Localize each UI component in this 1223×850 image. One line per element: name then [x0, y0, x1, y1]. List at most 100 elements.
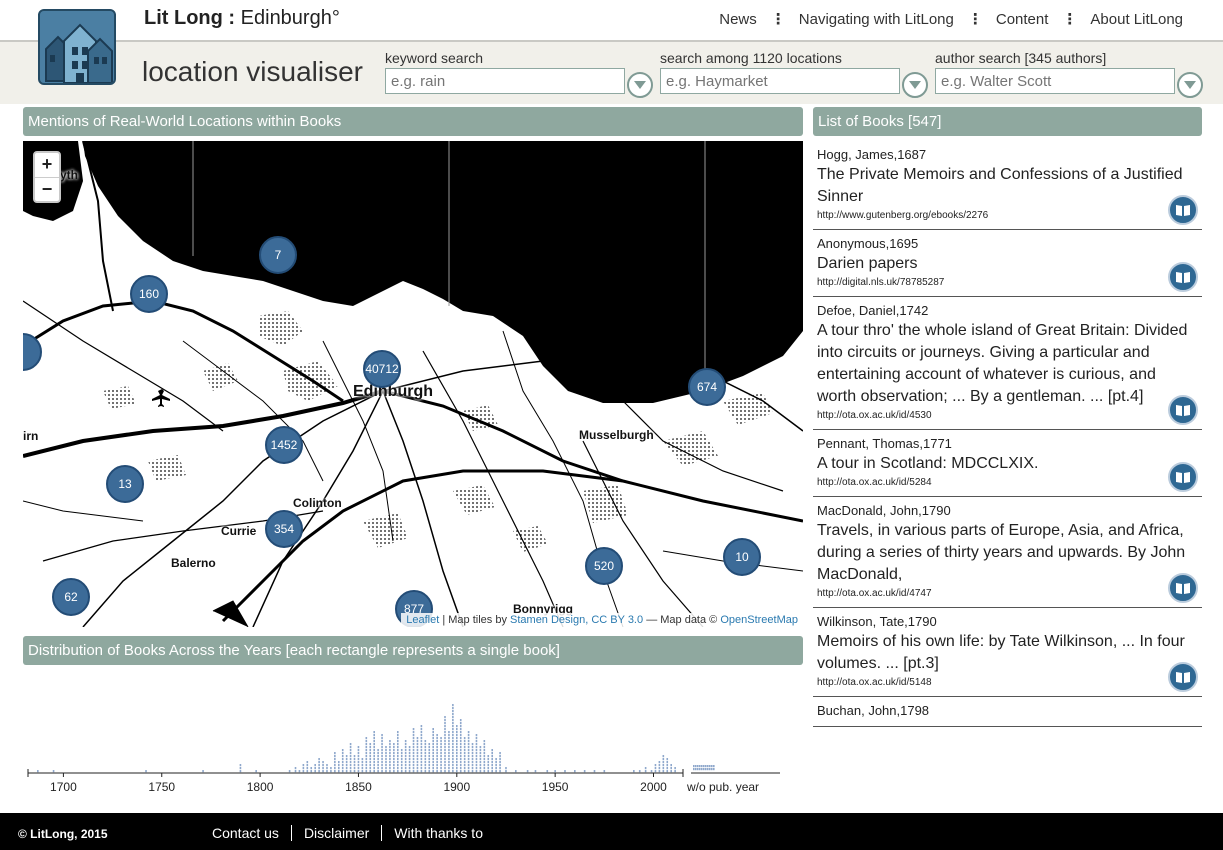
location-dropdown-icon[interactable]	[902, 72, 928, 98]
book-rectangle	[463, 770, 466, 773]
book-rectangle	[432, 734, 434, 737]
map-cluster-marker[interactable]: 62	[52, 578, 90, 616]
attribution-text: — Map data ©	[646, 614, 718, 626]
book-rectangle	[467, 743, 470, 746]
book-rectangle	[448, 743, 450, 746]
book-rectangle	[357, 770, 360, 773]
map-cluster-marker[interactable]: 40712	[363, 350, 401, 388]
book-rectangle	[448, 737, 450, 740]
book-url[interactable]: http://ota.ox.ac.uk/id/4530	[817, 410, 1198, 421]
book-rectangle	[341, 770, 344, 773]
book-item[interactable]: Buchan, John,1798	[813, 697, 1202, 727]
author-dropdown-icon[interactable]	[1177, 72, 1203, 98]
footer-link-contact[interactable]: Contact us	[212, 825, 291, 841]
chart-panel-title: Distribution of Books Across the Years […	[23, 636, 803, 665]
book-rectangle	[349, 761, 352, 764]
site-logo[interactable]	[38, 9, 116, 85]
book-rectangle	[644, 770, 647, 773]
book-rectangle	[459, 722, 462, 725]
book-rectangle	[455, 761, 458, 764]
map-cluster-marker[interactable]: 674	[688, 368, 726, 406]
location-search-input[interactable]	[660, 68, 900, 94]
book-rectangle	[424, 758, 427, 761]
book-rectangle	[334, 761, 336, 764]
stamen-link[interactable]: Stamen Design,	[510, 614, 588, 626]
map-cluster-marker[interactable]: 354	[265, 510, 303, 548]
open-book-icon[interactable]	[1168, 462, 1198, 492]
book-rectangle	[396, 764, 399, 767]
map-view[interactable]: + − Edinburgh Musselburgh Colinton Curri…	[23, 141, 803, 627]
book-rectangle	[467, 752, 470, 755]
book-item[interactable]: MacDonald, John,1790 Travels, in various…	[813, 497, 1202, 608]
author-search-input[interactable]	[935, 68, 1175, 94]
book-title: A tour in Scotland: MDCCLXIX.	[817, 455, 1039, 472]
footer-link-disclaimer[interactable]: Disclaimer	[290, 825, 381, 841]
open-book-icon[interactable]	[1168, 262, 1198, 292]
open-book-icon[interactable]	[1168, 662, 1198, 692]
nav-news[interactable]: News	[719, 11, 757, 28]
book-rectangle	[349, 749, 352, 752]
book-rectangle	[436, 767, 438, 770]
zoom-in-button[interactable]: +	[35, 153, 59, 177]
zoom-out-button[interactable]: −	[35, 177, 59, 201]
footer-link-thanks[interactable]: With thanks to	[381, 825, 495, 841]
map-cluster-marker[interactable]: 1452	[265, 426, 303, 464]
map-cluster-marker[interactable]: 160	[130, 275, 168, 313]
search-band: location visualiser keyword search searc…	[0, 42, 1223, 104]
book-rectangle	[483, 767, 486, 770]
book-list: Hogg, James,1687 The Private Memoirs and…	[813, 141, 1202, 813]
book-rectangle	[334, 770, 336, 773]
map-cluster-marker[interactable]: 10	[723, 538, 761, 576]
book-url[interactable]: http://ota.ox.ac.uk/id/5284	[817, 477, 1198, 488]
license-link[interactable]: CC BY 3.0	[591, 614, 643, 626]
nav-separator: ⋮	[967, 11, 983, 28]
book-rectangle	[448, 755, 450, 758]
book-item[interactable]: Defoe, Daniel,1742 A tour thro' the whol…	[813, 297, 1202, 430]
open-book-icon[interactable]	[1168, 195, 1198, 225]
book-rectangle	[330, 767, 332, 770]
book-rectangle	[455, 725, 458, 728]
book-rectangle	[318, 767, 320, 770]
book-rectangle	[436, 755, 438, 758]
book-url[interactable]: http://digital.nls.uk/78785287	[817, 277, 1198, 288]
book-rectangle	[467, 758, 470, 761]
book-rectangle	[662, 755, 665, 758]
book-rectangle	[654, 770, 657, 773]
book-rectangle	[420, 758, 423, 761]
book-rectangle	[424, 740, 427, 743]
book-url[interactable]: http://ota.ox.ac.uk/id/5148	[817, 677, 1198, 688]
x-tick-label: 2000	[640, 780, 667, 794]
book-item[interactable]: Anonymous,1695 Darien papers http://digi…	[813, 230, 1202, 297]
nav-content[interactable]: Content	[996, 11, 1049, 28]
book-rectangle	[459, 761, 462, 764]
book-rectangle	[369, 758, 372, 761]
leaflet-link[interactable]: Leaflet	[406, 614, 439, 626]
book-rectangle	[436, 770, 438, 773]
book-rectangle	[662, 761, 665, 764]
map-cluster-marker[interactable]: 7	[259, 236, 297, 274]
osm-link[interactable]: OpenStreetMap	[720, 614, 798, 626]
book-url[interactable]: http://ota.ox.ac.uk/id/4747	[817, 588, 1198, 599]
book-item[interactable]: Hogg, James,1687 The Private Memoirs and…	[813, 141, 1202, 230]
book-item[interactable]: Wilkinson, Tate,1790 Memoirs of his own …	[813, 608, 1202, 697]
nav-about[interactable]: About LitLong	[1090, 11, 1183, 28]
map-cluster-marker[interactable]: 13	[106, 465, 144, 503]
book-url[interactable]: http://www.gutenberg.org/ebooks/2276	[817, 210, 1198, 221]
site-brand[interactable]: Lit Long : Edinburgh°	[144, 7, 340, 30]
book-rectangle	[483, 758, 486, 761]
book-rectangle	[389, 767, 391, 770]
book-rectangle	[373, 758, 375, 761]
book-rectangle	[52, 770, 55, 773]
open-book-icon[interactable]	[1168, 395, 1198, 425]
book-rectangle	[448, 764, 450, 767]
book-rectangle	[440, 767, 442, 770]
open-book-icon[interactable]	[1168, 573, 1198, 603]
map-cluster-marker[interactable]: 520	[585, 547, 623, 585]
nav-navigating[interactable]: Navigating with LitLong	[799, 11, 954, 28]
keyword-search-input[interactable]	[385, 68, 625, 94]
keyword-dropdown-icon[interactable]	[627, 72, 653, 98]
top-nav: News ⋮ Navigating with LitLong ⋮ Content…	[719, 10, 1183, 29]
book-rectangle	[420, 746, 423, 749]
book-rectangle	[475, 770, 478, 773]
book-item[interactable]: Pennant, Thomas,1771 A tour in Scotland:…	[813, 430, 1202, 497]
